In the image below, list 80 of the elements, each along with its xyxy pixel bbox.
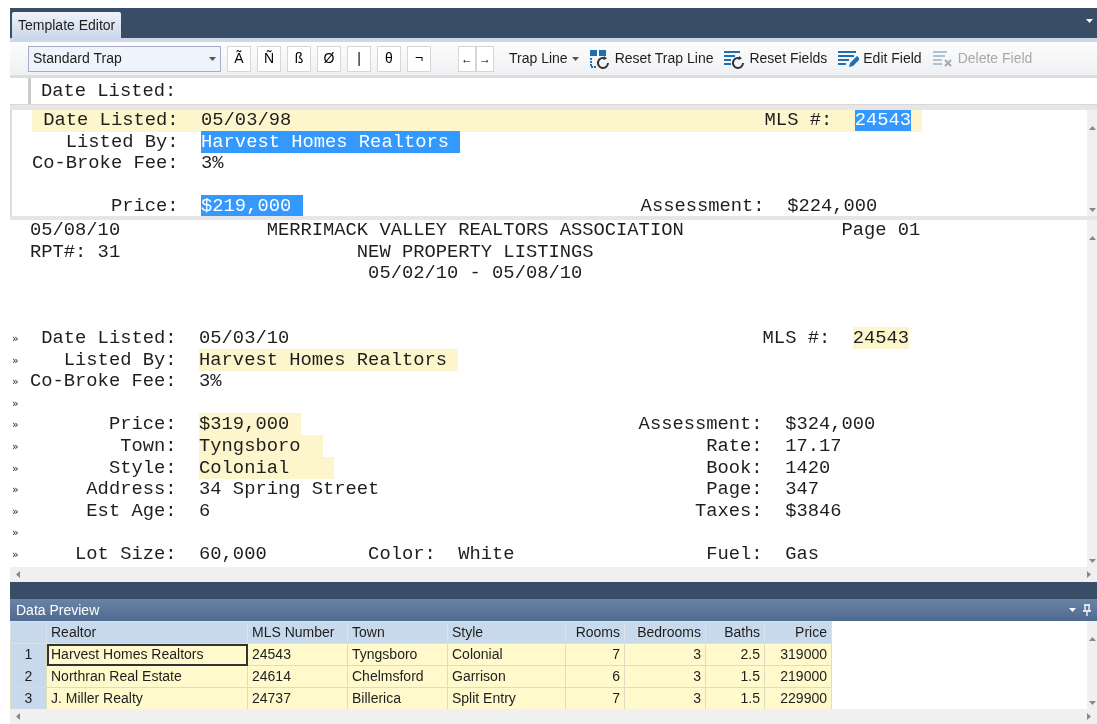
scroll-right-icon [1087, 571, 1091, 578]
vertical-scrollbar[interactable] [1087, 621, 1097, 709]
scroll-down-icon [1088, 559, 1096, 563]
report-line: Price: $319,000 Assessment: $324,000 [107, 414, 876, 436]
table-cell: J. Miller Realty [46, 687, 248, 710]
editor-tab[interactable]: Template Editor [12, 12, 122, 38]
scroll-left-icon [16, 571, 20, 578]
line-marker: » [11, 482, 20, 499]
scroll-up-icon [1088, 236, 1096, 240]
list-refresh-icon [723, 48, 746, 69]
scroll-left-icon [16, 713, 20, 720]
scroll-up-icon [1088, 126, 1096, 130]
character-button[interactable]: ¬ [407, 45, 431, 72]
reset-fields-button[interactable]: Reset Fields [721, 48, 830, 69]
row-number[interactable]: 3 [10, 687, 47, 710]
report-line: Co-Broke Fee: 3% [30, 371, 222, 393]
report-line: 05/08/10 MERRIMACK VALLEY REALTORS ASSOCIATION Page 01 [30, 220, 921, 242]
horizontal-scrollbar[interactable] [10, 567, 1097, 582]
column-header[interactable]: Town [347, 621, 448, 644]
row-header-corner [10, 621, 47, 644]
line-marker: » [11, 546, 20, 563]
column-header[interactable]: Realtor [46, 621, 248, 644]
scroll-up-icon [1088, 637, 1096, 641]
pin-icon [1083, 604, 1091, 616]
list-x-icon [931, 48, 954, 69]
report-line: RPT#: 31 NEW PROPERTY LISTINGS [30, 241, 594, 264]
vertical-scrollbar[interactable] [1087, 220, 1097, 567]
panel-title: Data Preview [16, 600, 100, 620]
report-line: Address: 34 Spring Street Page: 347 [85, 479, 819, 501]
report-line: Date Listed: 05/03/10 MLS #: 24543 [40, 327, 910, 350]
character-button[interactable]: Ã [227, 45, 251, 72]
report-line: Est Age: 6 Taxes: $3846 [85, 500, 842, 523]
line-marker: » [11, 330, 20, 347]
report-line: 05/02/10 - 05/08/10 [367, 263, 583, 285]
reset-trap-line-button[interactable]: Reset Trap Line [586, 48, 716, 69]
line-marker: » [11, 417, 20, 434]
trap-select-value: Standard Trap [33, 49, 122, 68]
character-button[interactable]: Ø [317, 45, 341, 72]
report-line: Town: Tyngsboro Rate: 17.17 [119, 435, 842, 458]
column-header[interactable]: Price [764, 621, 832, 644]
scroll-down-icon [1088, 208, 1096, 212]
line-marker: » [11, 460, 20, 477]
dropdown-caret-icon [1086, 19, 1093, 24]
column-header[interactable]: MLS Number [247, 621, 348, 644]
character-button[interactable]: | [347, 45, 371, 72]
line-marker: » [11, 374, 20, 391]
report-line: Style: Colonial Book: 1420 [107, 457, 831, 480]
list-pencil-icon [837, 48, 860, 69]
line-marker: » [11, 438, 20, 455]
arrow-button[interactable]: → [476, 45, 494, 72]
dropdown-caret-icon [1069, 608, 1076, 612]
trap-select[interactable]: Standard Trap [28, 45, 221, 72]
trap-line-menu[interactable]: Trap Line [507, 48, 581, 69]
table-cell: Harvest Homes Realtors [46, 643, 248, 666]
line-marker: » [11, 525, 20, 542]
row-number[interactable]: 2 [10, 665, 47, 688]
row-number[interactable]: 1 [10, 643, 47, 666]
character-button[interactable]: Ñ [257, 45, 281, 72]
grid-refresh-icon [588, 48, 611, 69]
column-header[interactable]: Rooms [565, 621, 625, 644]
column-header[interactable]: Bedrooms [624, 621, 706, 644]
dropdown-caret-icon [571, 56, 579, 61]
preview-line: Price: $219,000 Assessment: $224,000 [109, 196, 878, 216]
column-header[interactable]: Style [447, 621, 566, 644]
preview-line: Co-Broke Fee: 3% [32, 153, 224, 175]
horizontal-scrollbar[interactable] [10, 709, 1097, 724]
dropdown-caret-icon [209, 56, 216, 61]
column-header[interactable]: Baths [705, 621, 765, 644]
line-marker: » [11, 352, 20, 369]
line-marker: » [11, 503, 20, 520]
edit-field-button[interactable]: Edit Field [835, 48, 924, 69]
line-marker: » [11, 395, 20, 412]
arrow-button[interactable]: ← [458, 45, 476, 72]
scroll-down-icon [1088, 701, 1096, 705]
vertical-scrollbar[interactable] [1087, 110, 1097, 216]
character-button[interactable]: θ [377, 45, 401, 72]
table-cell: Northran Real Estate [46, 665, 248, 688]
report-line: Lot Size: 60,000 Color: White Fuel: Gas [74, 543, 819, 566]
scroll-right-icon [1087, 713, 1091, 720]
character-button[interactable]: ß [287, 45, 311, 72]
